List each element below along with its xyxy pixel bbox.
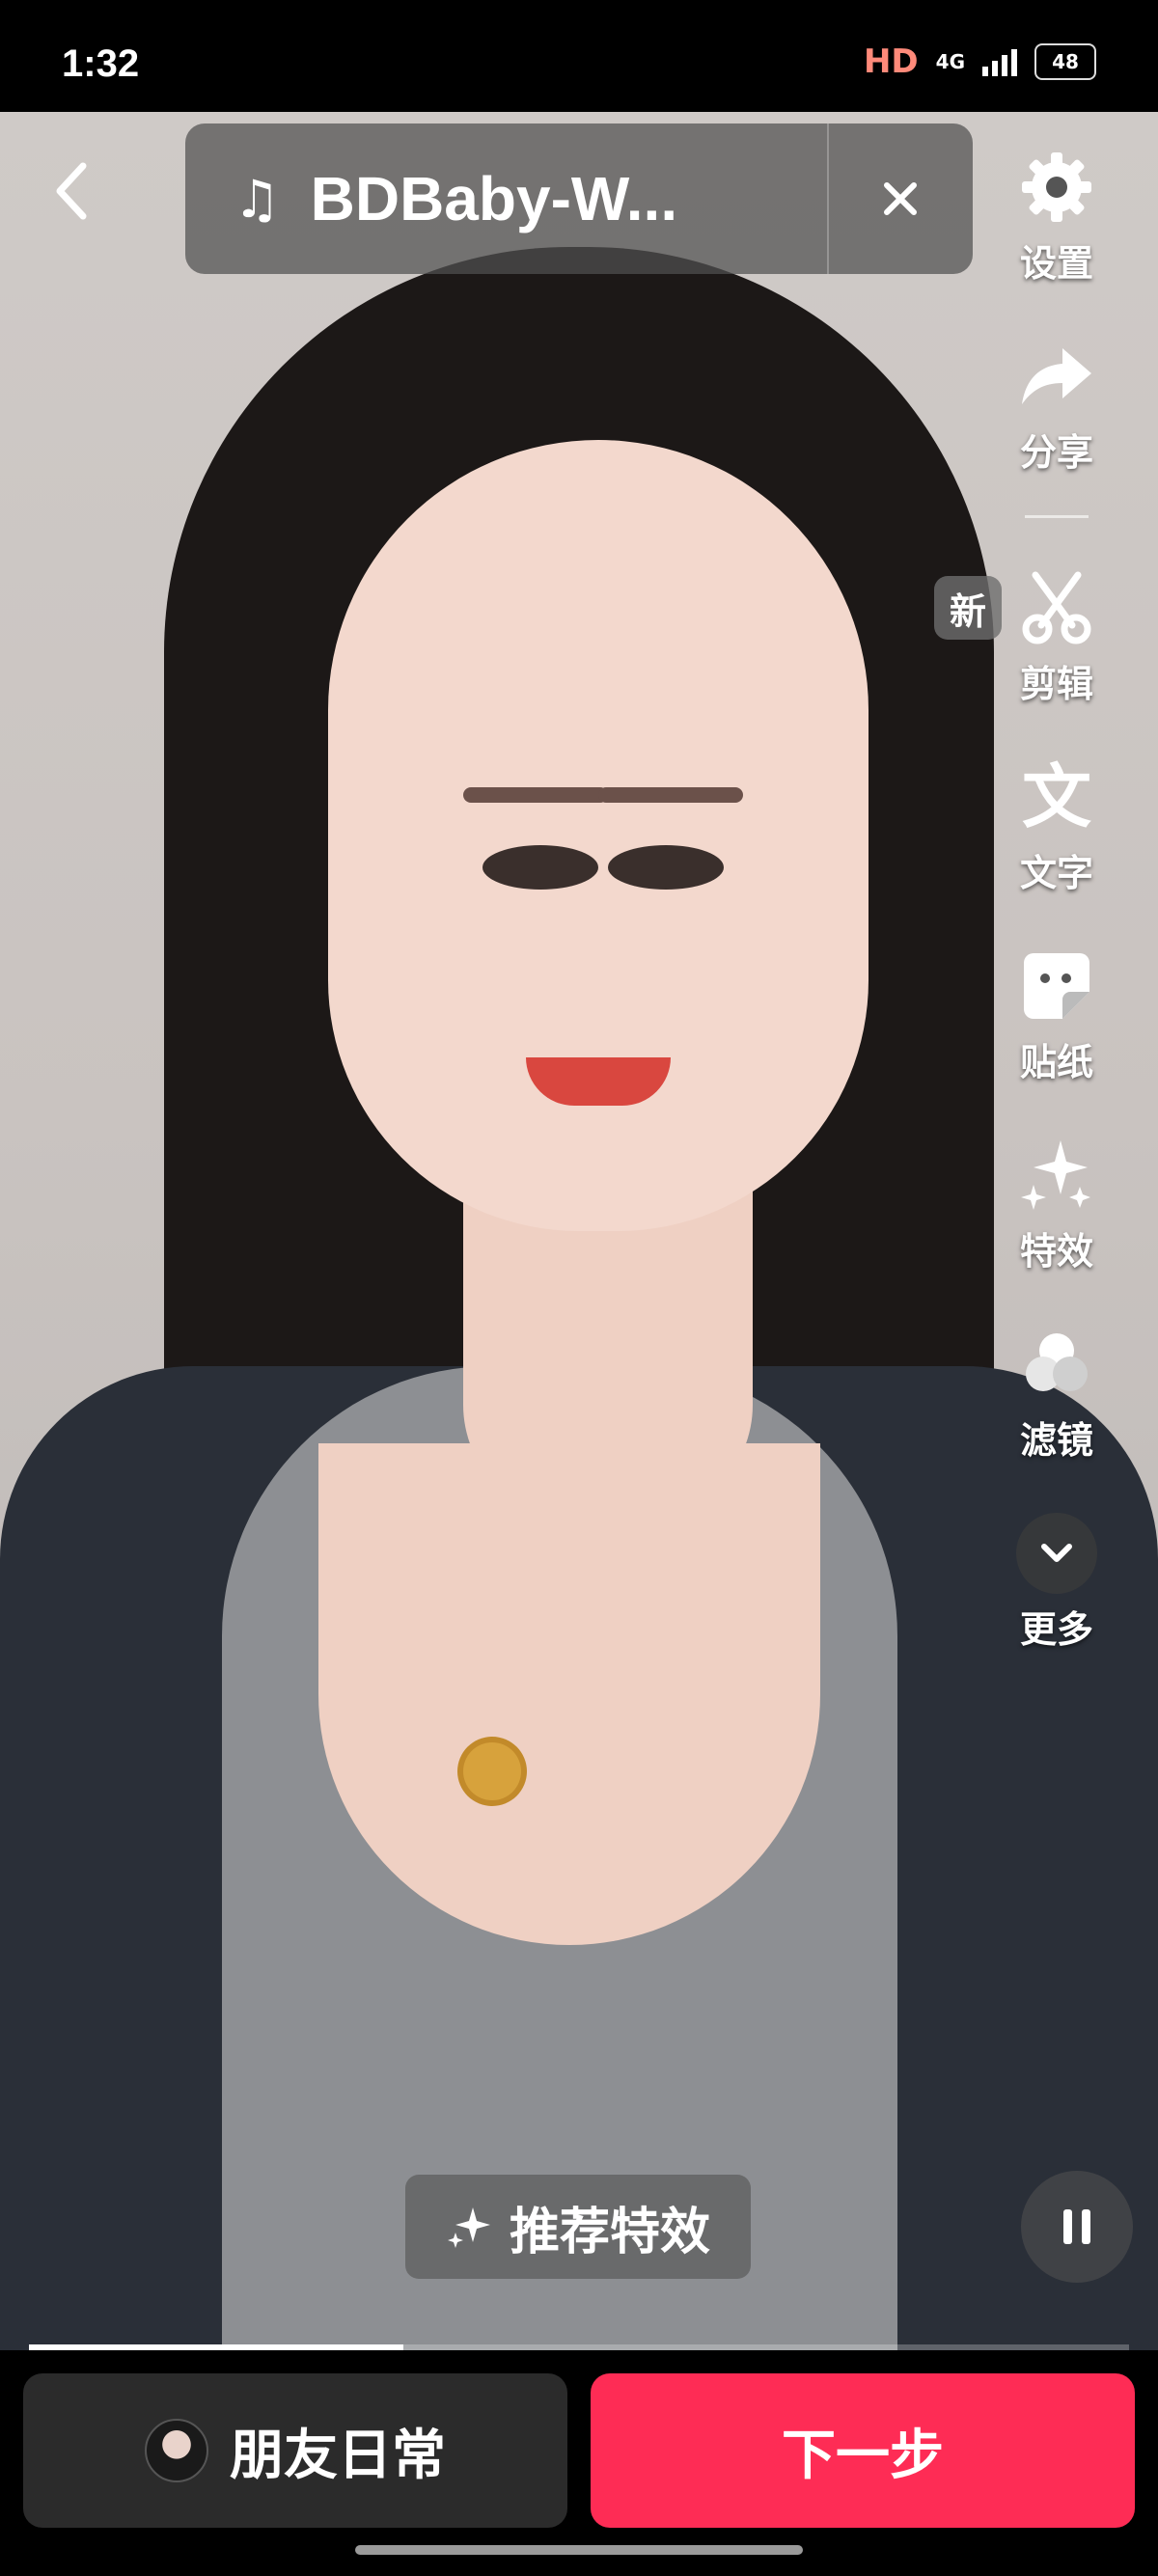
back-button[interactable]	[42, 152, 100, 230]
share-button[interactable]: 分享	[965, 334, 1148, 476]
chevron-left-icon	[56, 162, 87, 220]
effects-button[interactable]: 特效	[965, 1133, 1148, 1274]
filter-button[interactable]: 滤镜	[965, 1322, 1148, 1464]
bottom-action-bar: 朋友日常 下一步	[0, 2350, 1158, 2576]
sticker-button[interactable]: 贴纸	[965, 944, 1148, 1085]
pause-button[interactable]	[1021, 2171, 1133, 2283]
text-icon: 文	[1021, 756, 1091, 837]
toolbar-divider	[1025, 515, 1089, 518]
avatar	[145, 2419, 208, 2482]
music-selector[interactable]: ♫ BDBaby-W...	[185, 123, 973, 274]
filter-circles-icon	[1026, 1333, 1088, 1391]
pendant	[463, 1742, 521, 1800]
scissors-icon	[1022, 571, 1091, 644]
friends-daily-button[interactable]: 朋友日常	[23, 2373, 567, 2528]
hd-indicator: HD	[863, 42, 919, 81]
battery-icon: 48	[1034, 43, 1096, 80]
chevron-down-icon	[1016, 1513, 1097, 1594]
sparkles-icon	[1021, 1140, 1090, 1210]
music-note-icon: ♫	[234, 168, 281, 230]
recommended-effects-button[interactable]: 推荐特效	[405, 2175, 751, 2279]
signal-icon	[982, 47, 1017, 76]
next-step-button[interactable]: 下一步	[591, 2373, 1135, 2528]
sparkles-icon	[447, 2207, 490, 2248]
portrait-face	[328, 440, 868, 1231]
close-icon	[884, 182, 918, 215]
share-arrow-icon	[1022, 348, 1091, 404]
text-button[interactable]: 文 文字	[965, 754, 1148, 896]
status-icons: HD 4G 48	[864, 42, 1096, 81]
status-time: 1:32	[62, 42, 140, 85]
settings-button[interactable]: 设置	[965, 145, 1148, 287]
network-type: 4G	[935, 50, 965, 73]
pause-icon	[1063, 2209, 1090, 2244]
remove-music-button[interactable]	[829, 179, 973, 218]
new-badge: 新	[934, 576, 1002, 640]
home-indicator[interactable]	[355, 2545, 803, 2555]
gear-icon	[1022, 152, 1091, 222]
sticker-icon	[1024, 953, 1089, 1019]
status-bar: 1:32 HD 4G 48	[0, 0, 1158, 112]
more-button[interactable]: 更多	[965, 1511, 1148, 1653]
music-title: BDBaby-W...	[310, 164, 678, 233]
